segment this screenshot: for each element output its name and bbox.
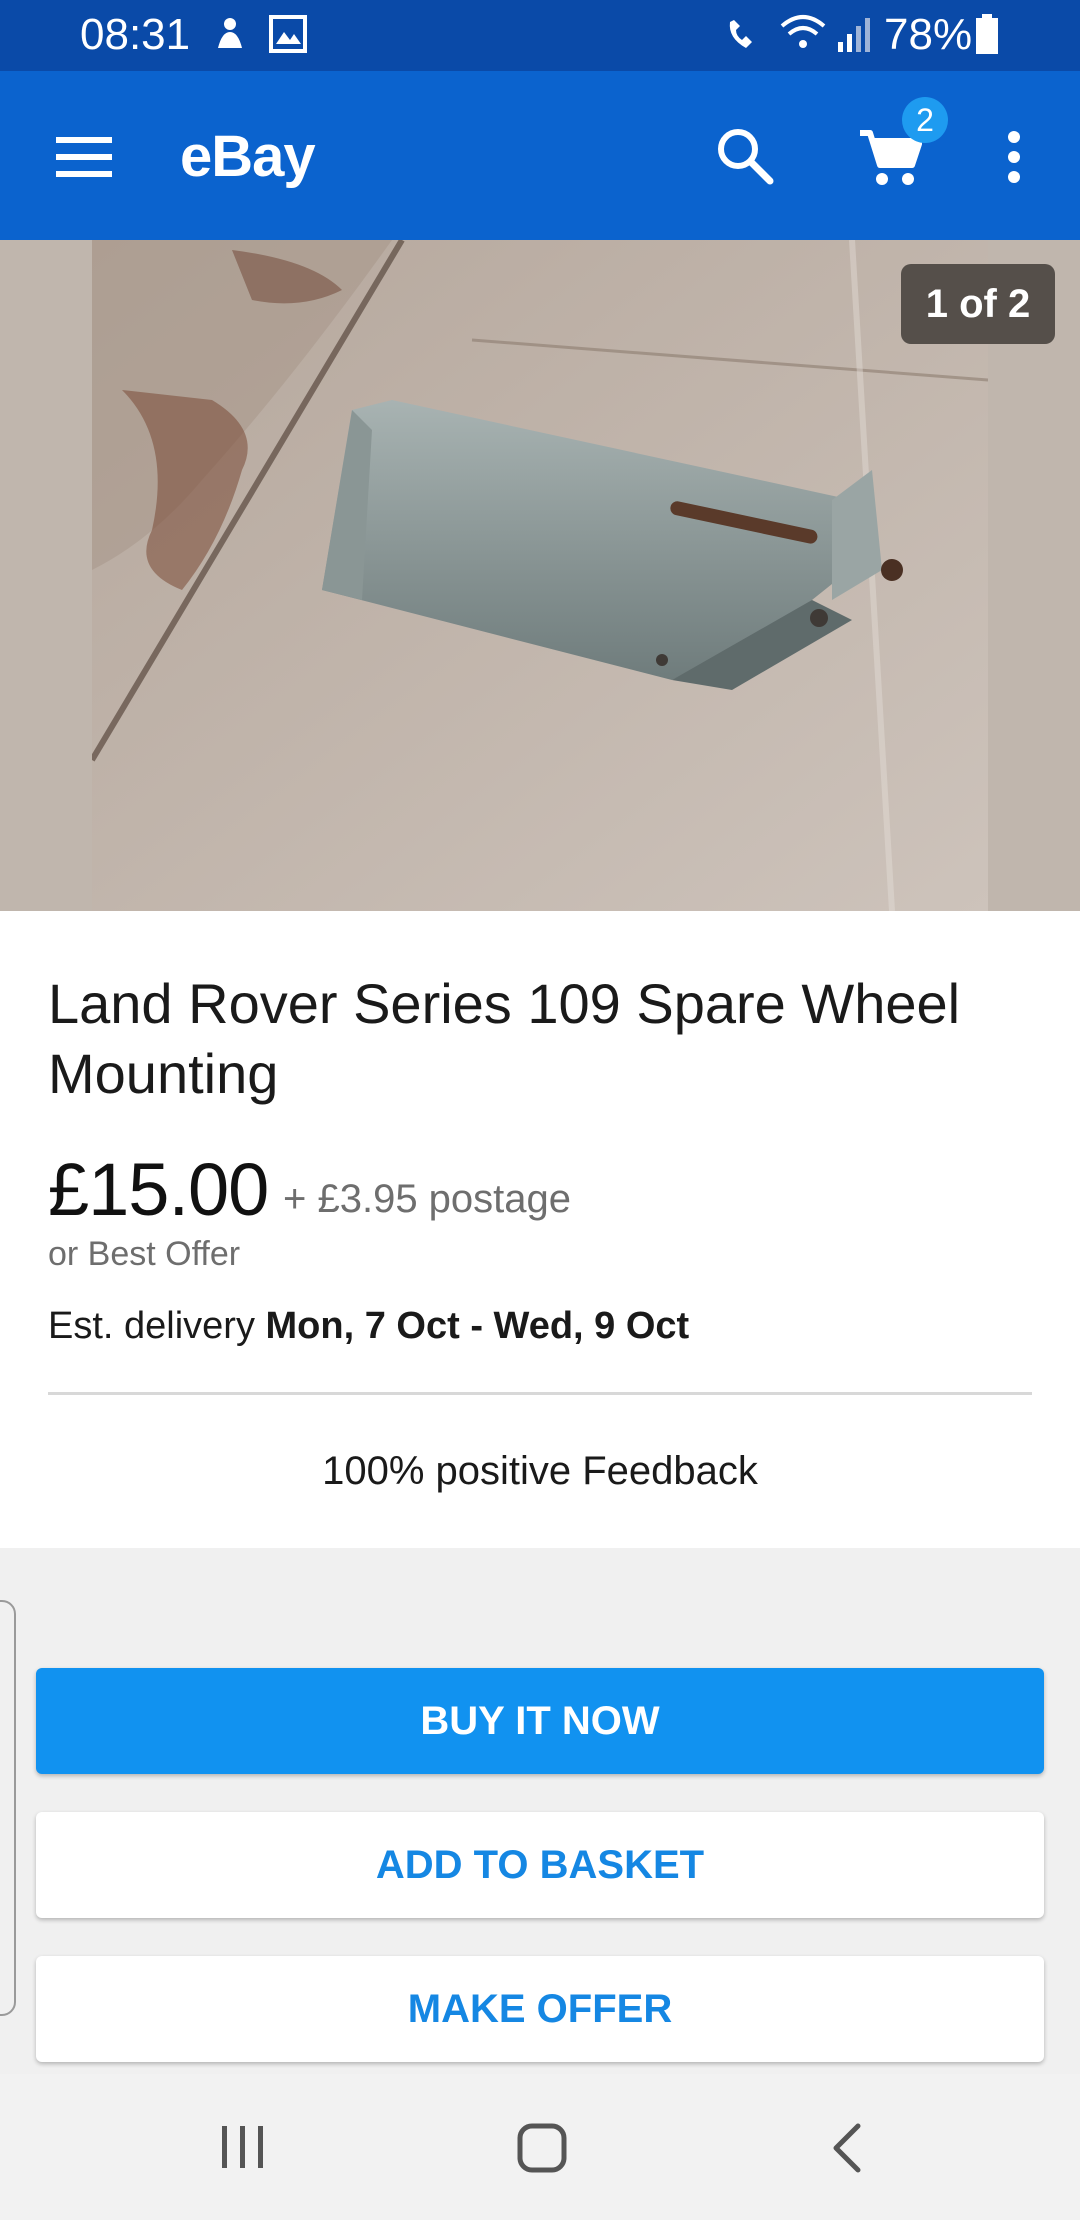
listing-details: Land Rover Series 109 Spare Wheel Mounti… (0, 911, 1080, 1548)
menu-icon[interactable] (56, 135, 112, 179)
postage-cost: + £3.95 postage (283, 1177, 572, 1221)
cart-badge: 2 (902, 97, 948, 143)
recent-apps-icon[interactable] (218, 2124, 268, 2170)
make-offer-button[interactable]: MAKE OFFER (36, 1956, 1044, 2062)
wifi-call-icon (729, 20, 752, 48)
search-icon[interactable] (714, 125, 774, 185)
delivery-label: Est. delivery (48, 1305, 255, 1347)
back-icon[interactable] (830, 2122, 864, 2174)
delivery-dates: Mon, 7 Oct - Wed, 9 Oct (265, 1305, 690, 1347)
home-icon[interactable] (516, 2122, 568, 2174)
gallery-icon (269, 15, 307, 53)
best-offer-label: or Best Offer (48, 1235, 241, 1273)
buy-it-now-button[interactable]: BUY IT NOW (36, 1668, 1044, 1774)
battery-icon (976, 14, 998, 54)
signal-icon (838, 18, 870, 52)
estimated-delivery: Est. delivery Mon, 7 Oct - Wed, 9 Oct (48, 1305, 689, 1348)
add-to-basket-button[interactable]: ADD TO BASKET (36, 1812, 1044, 1918)
status-time: 08:31 (80, 10, 191, 59)
system-nav-bar (0, 2074, 1080, 2220)
more-vert-icon[interactable] (1004, 129, 1024, 185)
item-price: £15.00 (48, 1148, 269, 1231)
item-title: Land Rover Series 109 Spare Wheel Mounti… (48, 972, 961, 1105)
divider (48, 1392, 1032, 1395)
app-bar: eBay 2 (0, 71, 1080, 240)
seller-feedback[interactable]: 100% positive Feedback (0, 1449, 1080, 1494)
image-counter: 1 of 2 (901, 264, 1055, 344)
item-photo[interactable] (92, 240, 988, 911)
wifi-icon (780, 15, 826, 48)
side-panel-handle[interactable] (0, 1600, 16, 2016)
app-title: eBay (180, 124, 316, 189)
battery-level: 78% (884, 10, 973, 59)
item-image-gallery[interactable]: 1 of 2 (0, 240, 1080, 911)
status-bar: 08:31 78% (0, 0, 1080, 71)
notification-icon (218, 18, 242, 48)
